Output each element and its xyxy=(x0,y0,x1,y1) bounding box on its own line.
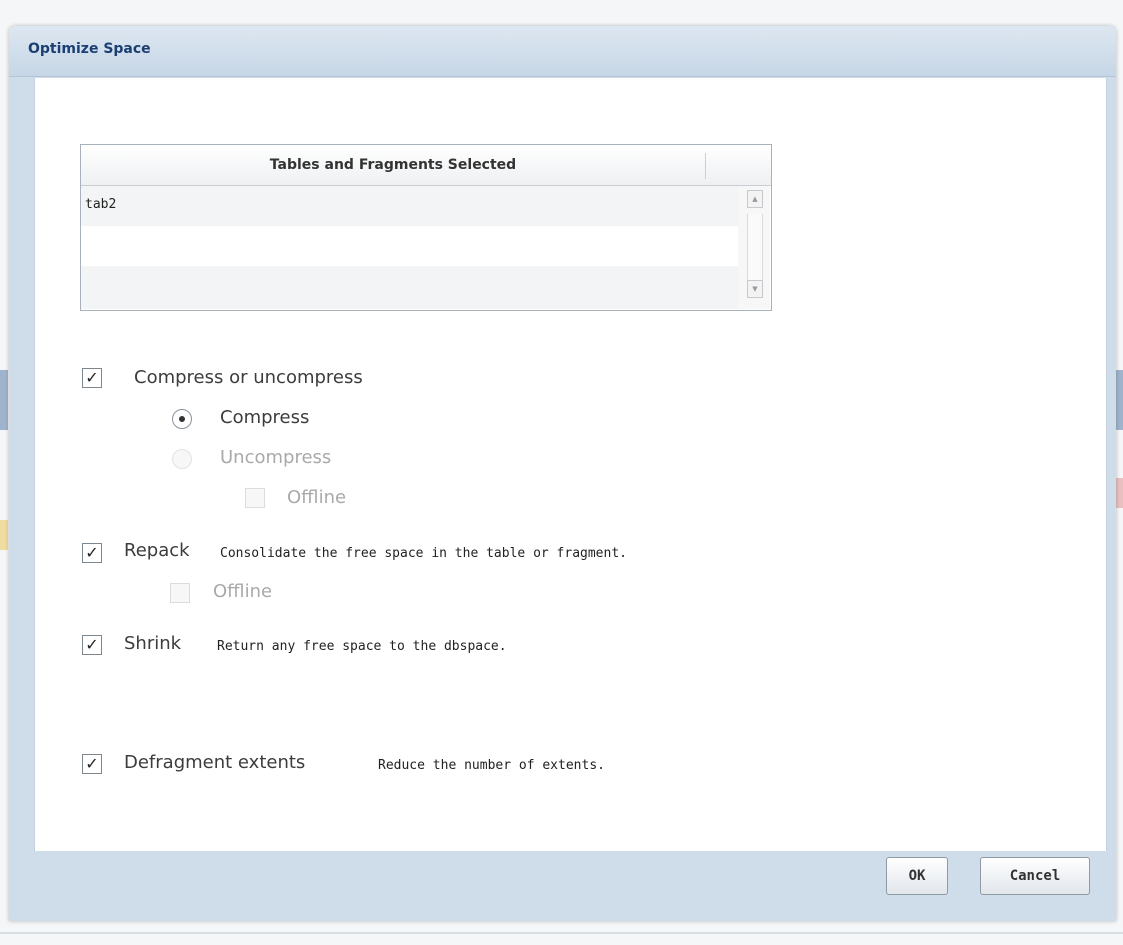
compress-radio[interactable] xyxy=(172,409,192,429)
ok-button[interactable]: OK xyxy=(886,857,948,895)
uncompress-radio-label: Uncompress xyxy=(220,447,332,468)
scroll-track[interactable] xyxy=(747,214,763,280)
dialog-titlebar[interactable]: Optimize Space xyxy=(9,26,1116,77)
scroll-up-icon[interactable]: ▲ xyxy=(747,190,763,208)
repack-offline-label: Offline xyxy=(213,581,273,602)
defragment-checkbox[interactable]: ✓ xyxy=(82,754,102,774)
repack-checkbox[interactable]: ✓ xyxy=(82,543,102,563)
dialog-content: Tables and Fragments Selected tab2 ▲ ▼ ✓… xyxy=(34,78,1107,851)
repack-description: Consolidate the free space in the table … xyxy=(220,546,627,561)
background-app-strip xyxy=(1116,478,1123,508)
table-row[interactable] xyxy=(81,226,738,266)
cancel-button[interactable]: Cancel xyxy=(980,857,1090,895)
compress-radio-label: Compress xyxy=(220,407,310,428)
column-separator[interactable] xyxy=(705,153,706,179)
dialog-title: Optimize Space xyxy=(28,41,151,57)
defragment-description: Reduce the number of extents. xyxy=(378,758,605,773)
shrink-label: Shrink xyxy=(124,633,182,654)
background-app-strip xyxy=(0,520,8,550)
grid-header: Tables and Fragments Selected xyxy=(81,145,771,186)
background-app-strip xyxy=(1116,370,1123,430)
scroll-down-icon[interactable]: ▼ xyxy=(747,280,763,298)
background-divider xyxy=(0,932,1123,934)
table-row[interactable]: tab2 xyxy=(81,186,738,226)
selected-tables-grid: Tables and Fragments Selected tab2 ▲ ▼ xyxy=(80,144,772,311)
radio-selected-dot xyxy=(179,416,185,422)
repack-label: Repack xyxy=(124,540,190,561)
compress-offline-checkbox[interactable] xyxy=(245,488,265,508)
defragment-label: Defragment extents xyxy=(124,752,306,773)
shrink-description: Return any free space to the dbspace. xyxy=(217,639,507,654)
optimize-space-dialog: Optimize Space Tables and Fragments Sele… xyxy=(9,26,1116,921)
grid-column-header[interactable]: Tables and Fragments Selected xyxy=(81,157,705,173)
uncompress-radio[interactable] xyxy=(172,449,192,469)
grid-scrollbar[interactable]: ▲ ▼ xyxy=(738,186,770,309)
shrink-checkbox[interactable]: ✓ xyxy=(82,635,102,655)
background-app-strip xyxy=(0,370,8,430)
table-row-name: tab2 xyxy=(85,197,117,212)
compress-checkbox[interactable]: ✓ xyxy=(82,368,102,388)
compress-label: Compress or uncompress xyxy=(134,367,363,388)
repack-offline-checkbox[interactable] xyxy=(170,583,190,603)
compress-offline-label: Offline xyxy=(287,487,347,508)
table-row[interactable] xyxy=(81,266,738,309)
